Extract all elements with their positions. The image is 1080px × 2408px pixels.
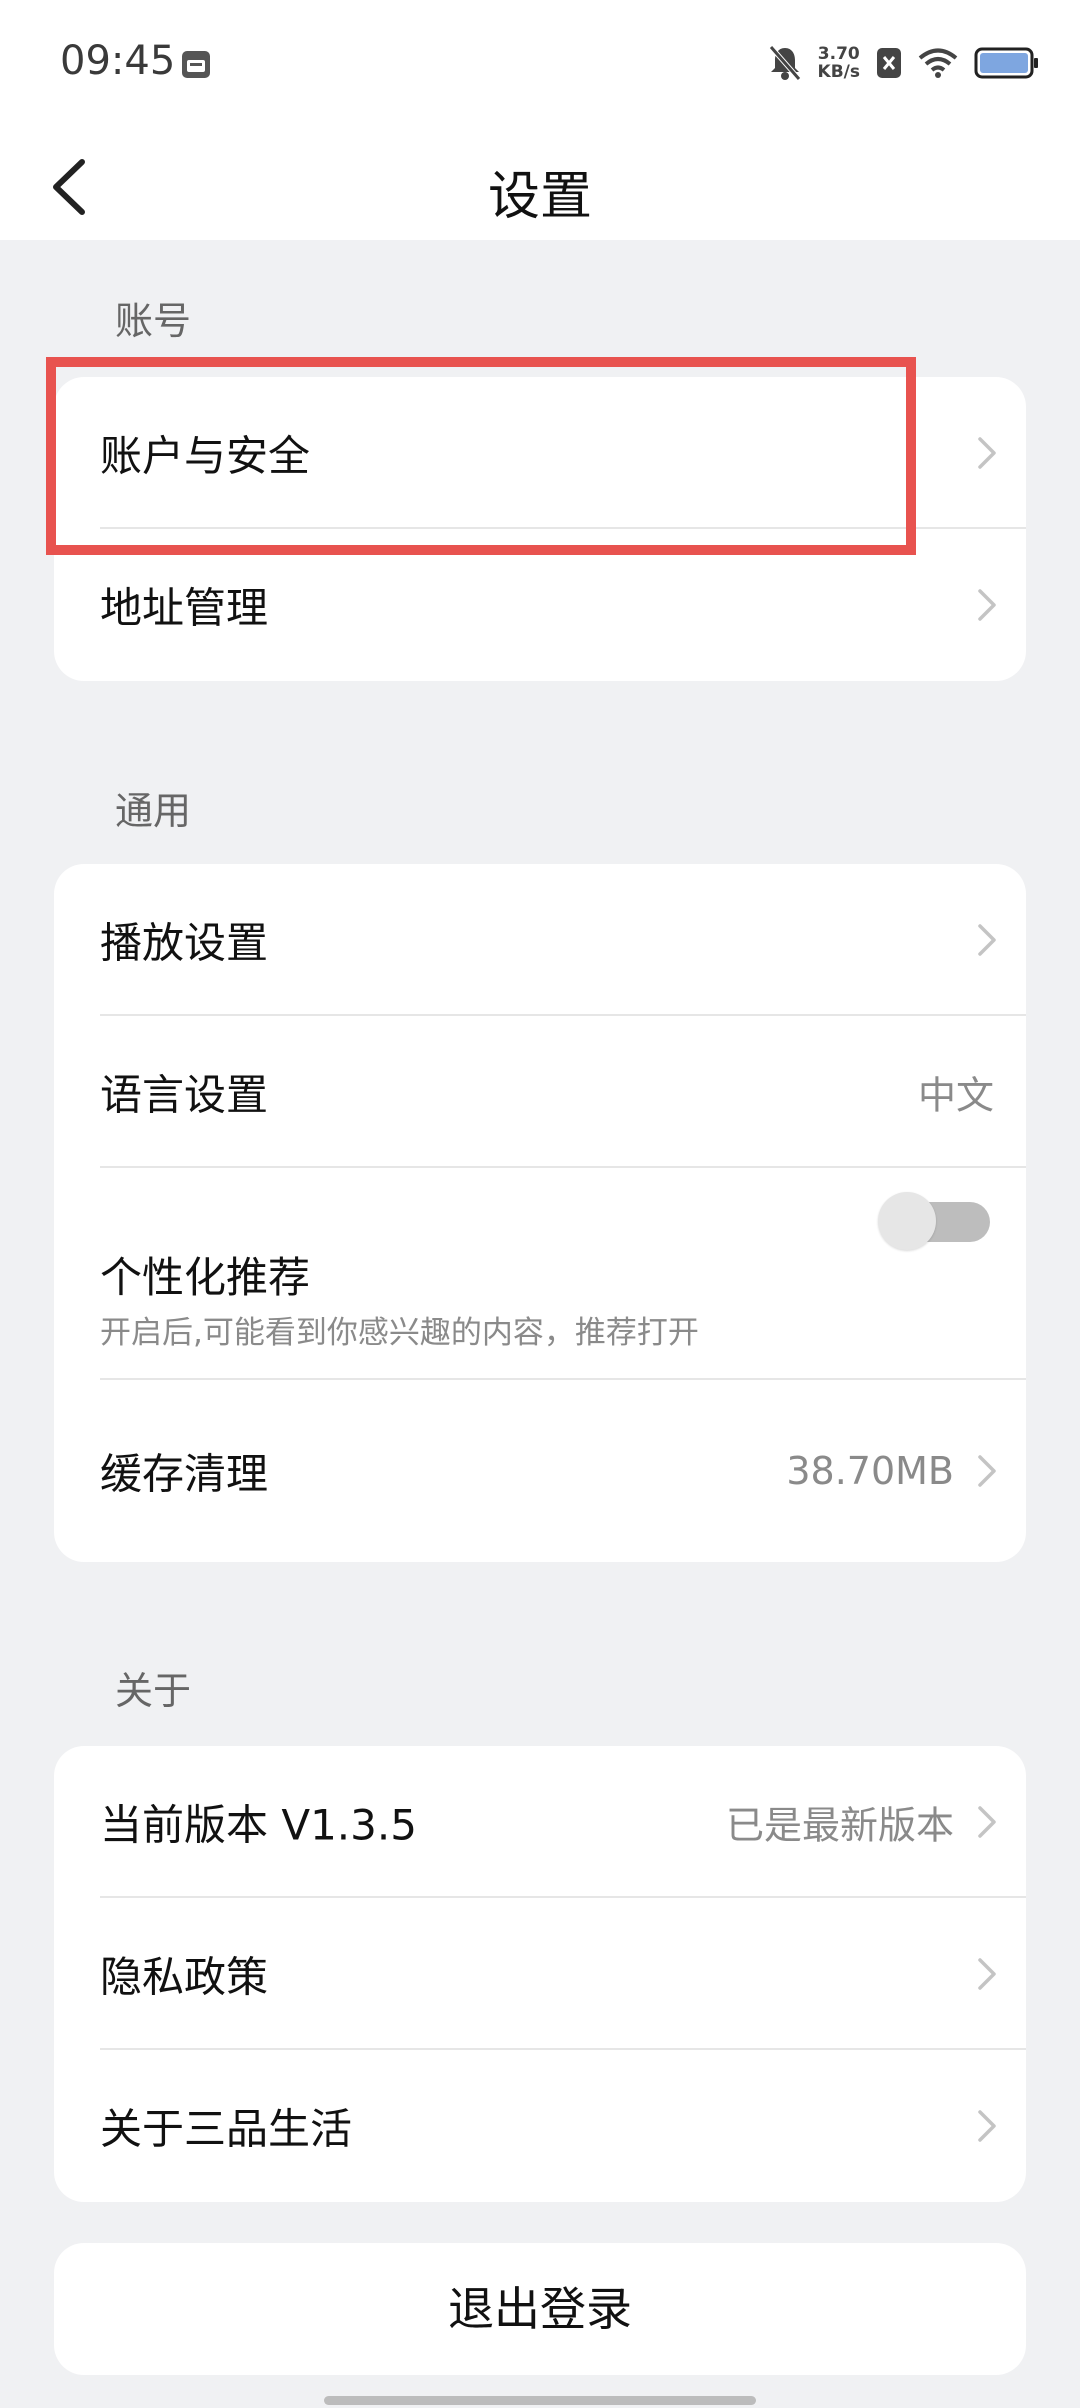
row-label: 地址管理 [100, 583, 269, 633]
version-status-value: 已是最新版本 [725, 1803, 954, 1848]
row-label: 语言设置 [100, 1070, 269, 1120]
home-indicator[interactable] [324, 2396, 756, 2405]
section-label-account: 账号 [115, 299, 192, 343]
row-language-settings[interactable]: 语言设置 中文 [54, 1016, 1026, 1168]
nav-bar: 设置 [0, 130, 1080, 240]
status-time: 09:45 [60, 38, 176, 84]
row-personalized-recommendation: 个性化推荐 开启后,可能看到你感兴趣的内容，推荐打开 [54, 1168, 1026, 1380]
status-bar: 09:45 3.70 KB/s [0, 0, 1080, 130]
row-label: 隐私政策 [100, 1952, 269, 2002]
row-current-version[interactable]: 当前版本 V1.3.5 已是最新版本 [54, 1746, 1026, 1898]
row-clear-cache[interactable]: 缓存清理 38.70MB [54, 1380, 1026, 1562]
row-label: 缓存清理 [100, 1449, 269, 1499]
mute-bell-icon [768, 45, 801, 81]
calendar-icon [182, 51, 210, 78]
logout-button[interactable]: 退出登录 [54, 2243, 1026, 2375]
section-label-about: 关于 [115, 1669, 192, 1713]
row-privacy-policy[interactable]: 隐私政策 [54, 1898, 1026, 2050]
chevron-right-icon [978, 437, 996, 469]
page-title: 设置 [487, 167, 592, 227]
language-value: 中文 [917, 1073, 994, 1118]
row-subtitle: 开启后,可能看到你感兴趣的内容，推荐打开 [100, 1315, 699, 1351]
row-label: 关于三品生活 [100, 2104, 353, 2154]
about-card: 当前版本 V1.3.5 已是最新版本 隐私政策 关于三品生活 [54, 1746, 1026, 2202]
network-speed-unit: KB/s [817, 62, 860, 82]
wifi-icon [918, 48, 958, 78]
highlight-box [46, 357, 916, 555]
network-speed-value: 3.70 [817, 44, 860, 64]
row-label: 个性化推荐 [100, 1253, 311, 1302]
row-label: 当前版本 V1.3.5 [100, 1800, 417, 1850]
chevron-right-icon [978, 2110, 996, 2142]
chevron-right-icon [978, 589, 996, 621]
chevron-right-icon [978, 1806, 996, 1838]
battery-icon [974, 47, 1038, 79]
chevron-right-icon [978, 1958, 996, 1990]
general-card: 播放设置 语言设置 中文 个性化推荐 开启后,可能看到你感兴趣的内容，推荐打开 … [54, 864, 1026, 1562]
toggle-knob [878, 1192, 936, 1250]
recommendation-toggle[interactable] [878, 1188, 990, 1250]
row-label: 播放设置 [100, 918, 269, 968]
chevron-right-icon [978, 1455, 996, 1487]
sim-x-icon [877, 48, 901, 78]
cache-size-value: 38.70MB [786, 1449, 954, 1493]
network-speed: 3.70 KB/s [818, 45, 860, 81]
row-playback-settings[interactable]: 播放设置 [54, 864, 1026, 1016]
chevron-right-icon [978, 924, 996, 956]
row-about-sanpin-life[interactable]: 关于三品生活 [54, 2050, 1026, 2202]
section-label-general: 通用 [115, 789, 192, 833]
